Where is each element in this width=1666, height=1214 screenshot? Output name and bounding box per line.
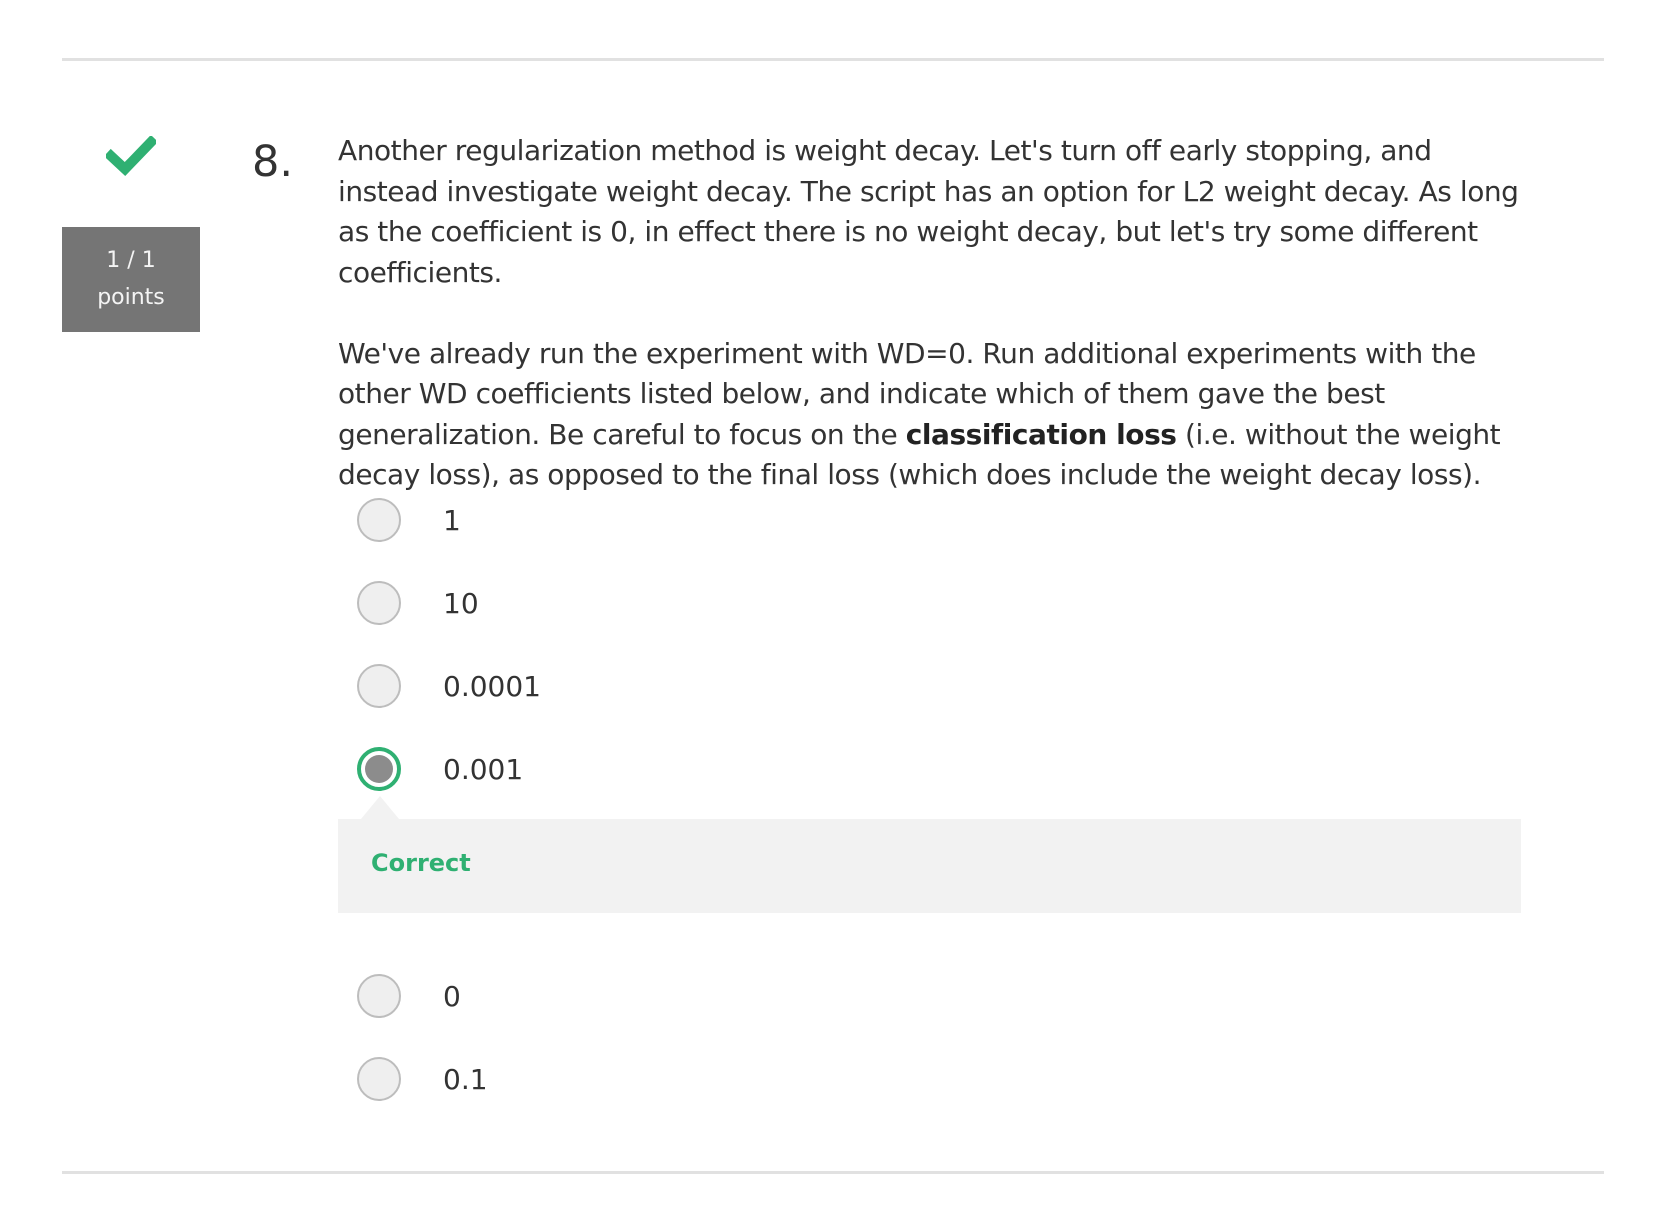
option-label: 1 bbox=[443, 503, 461, 537]
points-label: points bbox=[97, 285, 165, 310]
question-text: Another regularization method is weight … bbox=[338, 131, 1528, 496]
feedback-correct-label: Correct bbox=[371, 849, 471, 877]
points-badge: 1 / 1 points bbox=[62, 227, 200, 332]
radio-button[interactable] bbox=[357, 664, 401, 708]
option-label: 0.1 bbox=[443, 1062, 488, 1096]
radio-button[interactable] bbox=[357, 498, 401, 542]
radio-button[interactable] bbox=[357, 974, 401, 1018]
question-number: 8. bbox=[252, 137, 294, 187]
radio-button-selected[interactable] bbox=[357, 747, 401, 791]
answer-option-0[interactable]: 0 bbox=[357, 973, 461, 1019]
feedback-pointer bbox=[361, 796, 399, 819]
answer-option-0.0001[interactable]: 0.0001 bbox=[357, 663, 541, 709]
radio-button[interactable] bbox=[357, 581, 401, 625]
question-paragraph-2: We've already run the experiment with WD… bbox=[338, 334, 1528, 496]
answer-option-0.1[interactable]: 0.1 bbox=[357, 1056, 488, 1102]
check-icon bbox=[106, 136, 156, 177]
question-paragraph-1: Another regularization method is weight … bbox=[338, 134, 1519, 289]
option-label: 0.0001 bbox=[443, 669, 541, 703]
bottom-divider bbox=[62, 1171, 1604, 1174]
option-label: 0.001 bbox=[443, 752, 524, 786]
radio-selected-dot bbox=[365, 755, 393, 783]
feedback-box: Correct bbox=[338, 819, 1521, 913]
answer-option-0.001[interactable]: 0.001 bbox=[357, 746, 523, 792]
top-divider bbox=[62, 58, 1604, 61]
answer-option-10[interactable]: 10 bbox=[357, 580, 479, 626]
points-score: 1 / 1 bbox=[106, 248, 156, 273]
option-label: 10 bbox=[443, 586, 479, 620]
option-label: 0 bbox=[443, 979, 461, 1013]
answer-option-1[interactable]: 1 bbox=[357, 497, 461, 543]
radio-button[interactable] bbox=[357, 1057, 401, 1101]
question-emphasis: classification loss bbox=[905, 417, 1177, 451]
